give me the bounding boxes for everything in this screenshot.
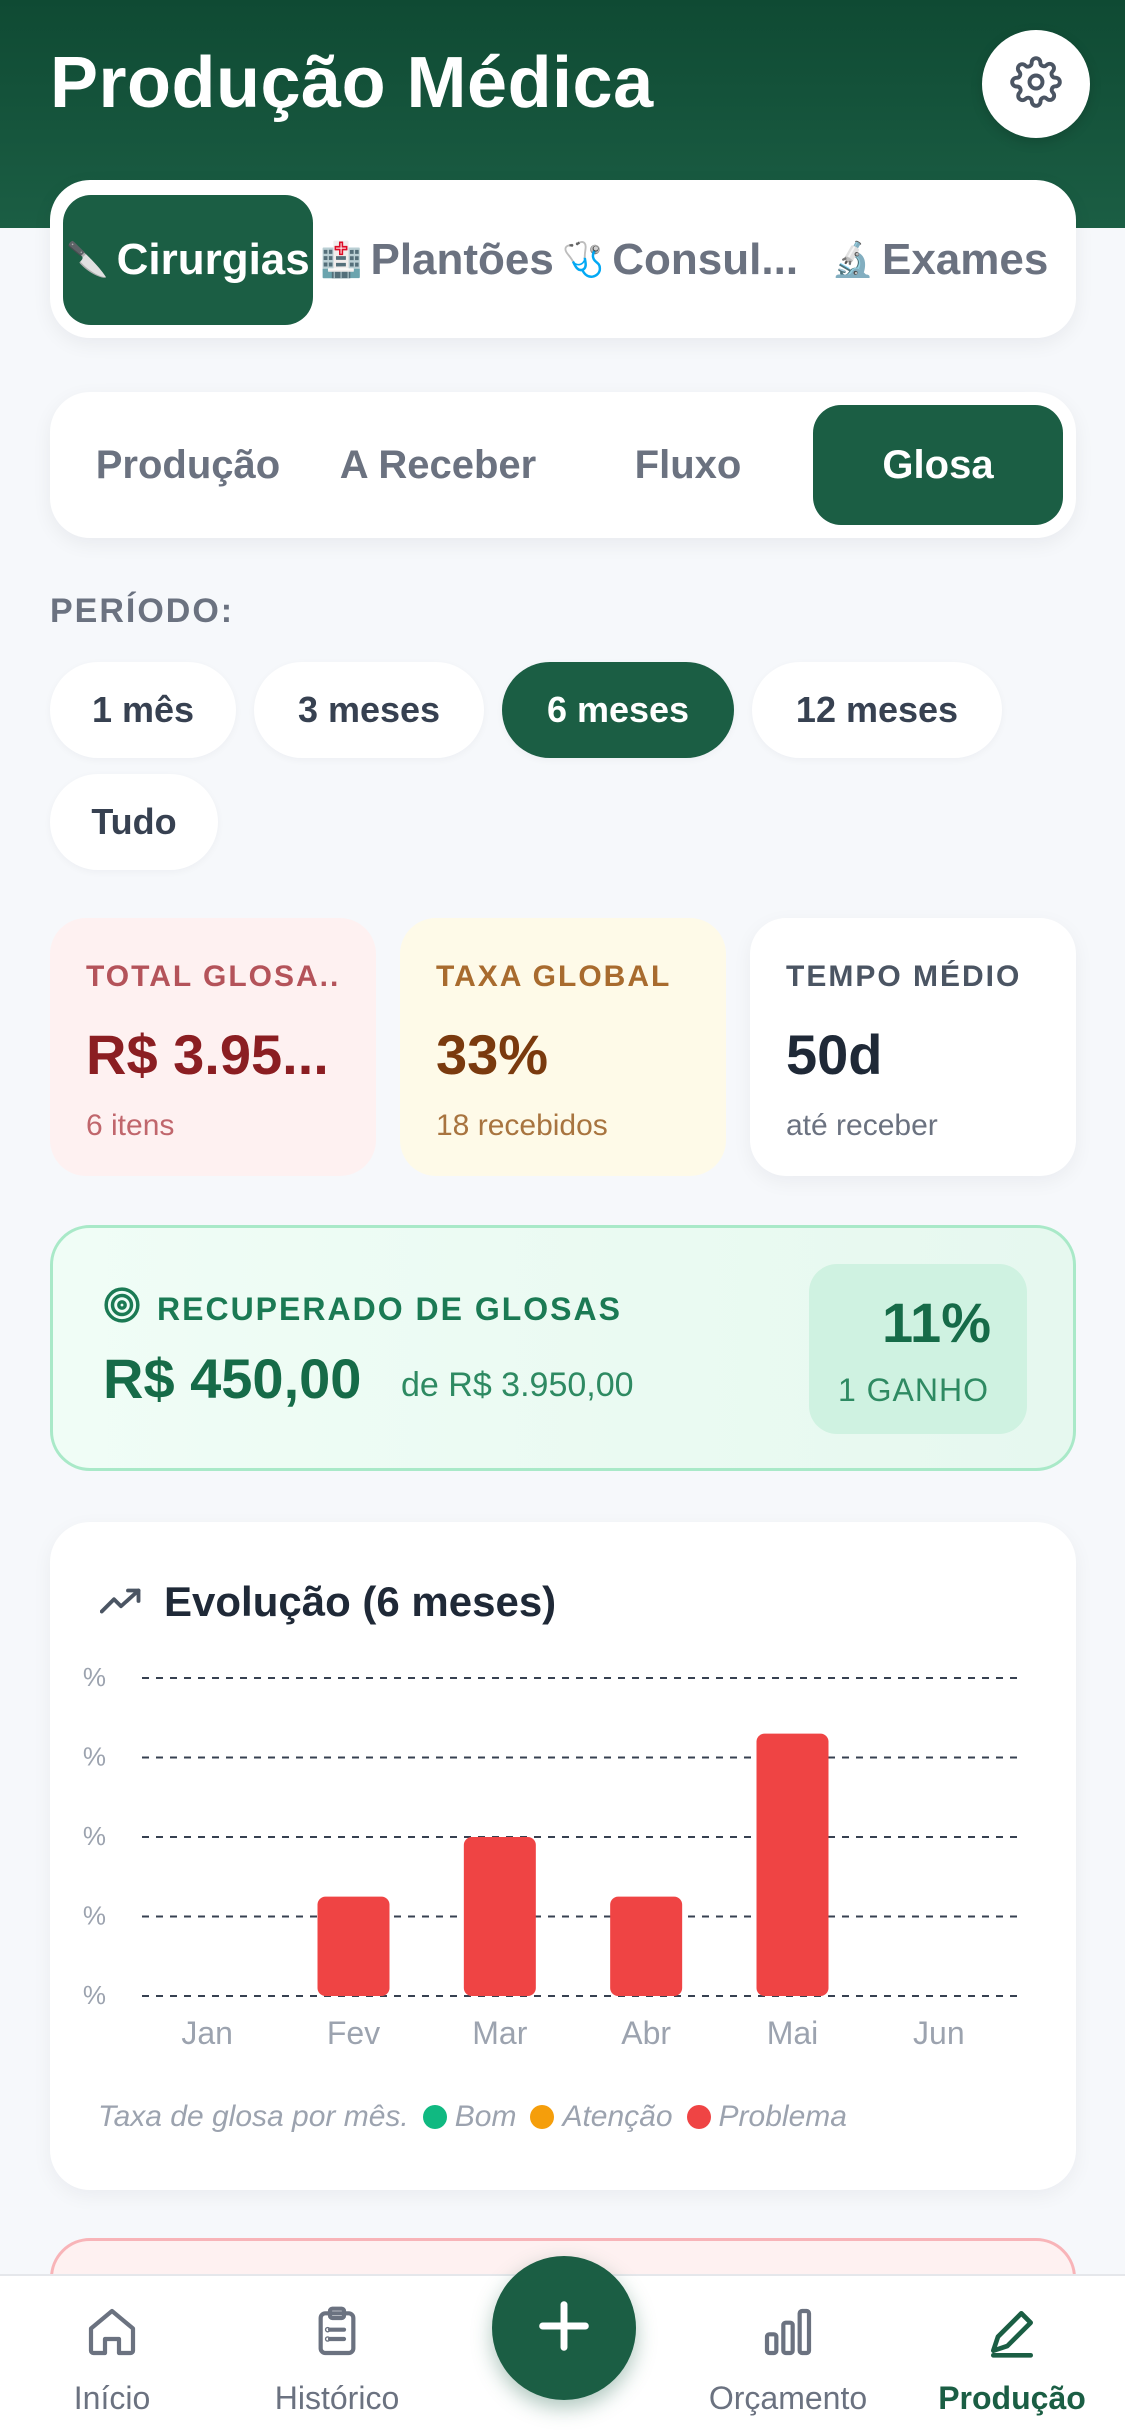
y-tick-label: % bbox=[83, 1821, 106, 1851]
trending-up-icon bbox=[99, 1578, 142, 1626]
chart-title: Evolução (6 meses) bbox=[99, 1578, 557, 1626]
scalpel-icon: 🔪 bbox=[66, 241, 109, 279]
x-tick-label: Jun bbox=[913, 2015, 965, 2051]
stat-label: TOTAL GLOSA... bbox=[86, 960, 340, 993]
nav-label: Produção bbox=[938, 2380, 1086, 2416]
microscope-icon: 🔬 bbox=[831, 241, 874, 279]
stat-taxa-global[interactable]: TAXA GLOBAL 33% 18 recebidos bbox=[400, 918, 726, 1176]
pen-icon bbox=[984, 2304, 1040, 2368]
recovered-percent: 11% bbox=[882, 1291, 991, 1354]
category-tabs: 🔪 Cirurgias 🏥 Plantões 🩺 Consul... 🔬 Exa… bbox=[50, 180, 1076, 338]
tab-exames[interactable]: 🔬 Exames bbox=[820, 195, 1060, 325]
recovered-count: 1 GANHO bbox=[837, 1372, 989, 1408]
recovered-value: R$ 450,00 bbox=[103, 1347, 362, 1410]
legend-dot-atencao bbox=[530, 2105, 555, 2129]
x-tick-label: Fev bbox=[327, 2015, 380, 2051]
stat-tempo-medio[interactable]: TEMPO MÉDIO 50d até receber bbox=[750, 918, 1076, 1176]
period-1-mes[interactable]: 1 mês bbox=[50, 662, 236, 758]
stethoscope-icon: 🩺 bbox=[561, 241, 605, 279]
legend-atencao: Atenção bbox=[562, 2100, 673, 2133]
stat-total-glosa[interactable]: TOTAL GLOSA... R$ 3.95... 6 itens bbox=[50, 918, 376, 1176]
period-12-meses[interactable]: 12 meses bbox=[752, 662, 1002, 758]
stat-value: 33% bbox=[436, 1023, 549, 1086]
home-icon bbox=[84, 2304, 140, 2368]
tab-label: Cirurgias bbox=[116, 235, 310, 284]
nav-label: Orçamento bbox=[708, 2380, 868, 2416]
chart-legend: Taxa de glosa por mês. Bom Atenção Probl… bbox=[98, 2100, 847, 2134]
add-button[interactable] bbox=[492, 2256, 636, 2400]
legend-bom: Bom bbox=[454, 2100, 517, 2133]
period-3-meses[interactable]: 3 meses bbox=[254, 662, 484, 758]
page-title: Produção Médica bbox=[50, 43, 654, 123]
stat-sub: 18 recebidos bbox=[436, 1109, 608, 1142]
y-tick-label: % bbox=[83, 1980, 106, 2010]
recovered-of: de R$ 3.950,00 bbox=[401, 1366, 634, 1404]
plus-icon bbox=[532, 2294, 596, 2363]
legend-dot-problema bbox=[686, 2105, 711, 2129]
clipboard-icon bbox=[309, 2304, 365, 2368]
tab-glosa[interactable]: Glosa bbox=[813, 405, 1063, 525]
stat-label: TAXA GLOBAL bbox=[436, 960, 672, 993]
stat-value: 50d bbox=[786, 1023, 883, 1086]
nav-producao[interactable]: Produção bbox=[912, 2304, 1112, 2417]
stat-sub: 6 itens bbox=[86, 1109, 175, 1142]
chart-title-text: Evolução (6 meses) bbox=[164, 1578, 557, 1625]
recovered-card[interactable]: RECUPERADO DE GLOSAS R$ 450,00 de R$ 3.9… bbox=[50, 1225, 1076, 1471]
y-tick-label: % bbox=[83, 1742, 106, 1772]
recovered-badge: 11% 1 GANHO bbox=[809, 1264, 1027, 1434]
tab-label: Plantões bbox=[370, 235, 554, 284]
tab-plantoes[interactable]: 🏥 Plantões bbox=[320, 195, 554, 325]
tab-producao[interactable]: Produção bbox=[63, 405, 313, 525]
recovered-label-text: RECUPERADO DE GLOSAS bbox=[157, 1290, 622, 1327]
nav-label: Início bbox=[73, 2380, 151, 2416]
y-tick-label: % bbox=[83, 1662, 106, 1692]
tab-fluxo[interactable]: Fluxo bbox=[563, 405, 813, 525]
stat-value: R$ 3.95... bbox=[86, 1023, 329, 1086]
period-6-meses[interactable]: 6 meses bbox=[502, 662, 734, 758]
tab-a-receber[interactable]: A Receber bbox=[313, 405, 563, 525]
x-tick-label: Mar bbox=[472, 2015, 527, 2051]
view-tabs: Produção A Receber Fluxo Glosa bbox=[50, 392, 1076, 538]
nav-inicio[interactable]: Início bbox=[12, 2304, 212, 2417]
stat-sub: até receber bbox=[786, 1109, 938, 1142]
tab-consultas[interactable]: 🩺 Consul... bbox=[560, 195, 800, 325]
period-tudo[interactable]: Tudo bbox=[50, 774, 218, 870]
y-tick-label: % bbox=[83, 1901, 106, 1931]
tab-cirurgias[interactable]: 🔪 Cirurgias bbox=[63, 195, 313, 325]
target-icon bbox=[103, 1286, 141, 1332]
tab-label: Exames bbox=[881, 235, 1049, 284]
nav-historico[interactable]: Histórico bbox=[237, 2304, 437, 2417]
bar-chart-icon bbox=[760, 2304, 816, 2368]
bar-mai[interactable] bbox=[756, 1733, 829, 1996]
bar-fev[interactable] bbox=[317, 1896, 390, 1996]
tab-label: Consul... bbox=[612, 235, 799, 284]
settings-button[interactable] bbox=[982, 30, 1090, 138]
bar-abr[interactable] bbox=[610, 1896, 683, 1996]
legend-caption: Taxa de glosa por mês. bbox=[98, 2100, 409, 2133]
period-label: PERÍODO: bbox=[50, 592, 235, 630]
gear-icon bbox=[1010, 55, 1062, 113]
legend-problema: Problema bbox=[718, 2100, 847, 2133]
hospital-icon: 🏥 bbox=[320, 241, 363, 279]
stat-label: TEMPO MÉDIO bbox=[786, 960, 1022, 993]
recovered-label: RECUPERADO DE GLOSAS bbox=[103, 1286, 622, 1332]
evolution-chart-card: %%%%% Jan Fev Mar Abr Mai Jun Evolução (6 mese… bbox=[50, 1522, 1076, 2190]
x-tick-label: Mai bbox=[767, 2015, 819, 2051]
nav-label: Histórico bbox=[274, 2380, 400, 2416]
x-tick-label: Abr bbox=[621, 2015, 671, 2051]
x-tick-label: Jan bbox=[181, 2015, 233, 2051]
legend-dot-bom bbox=[422, 2105, 447, 2129]
nav-orcamento[interactable]: Orçamento bbox=[688, 2304, 888, 2417]
bar-mar[interactable] bbox=[463, 1837, 536, 1996]
